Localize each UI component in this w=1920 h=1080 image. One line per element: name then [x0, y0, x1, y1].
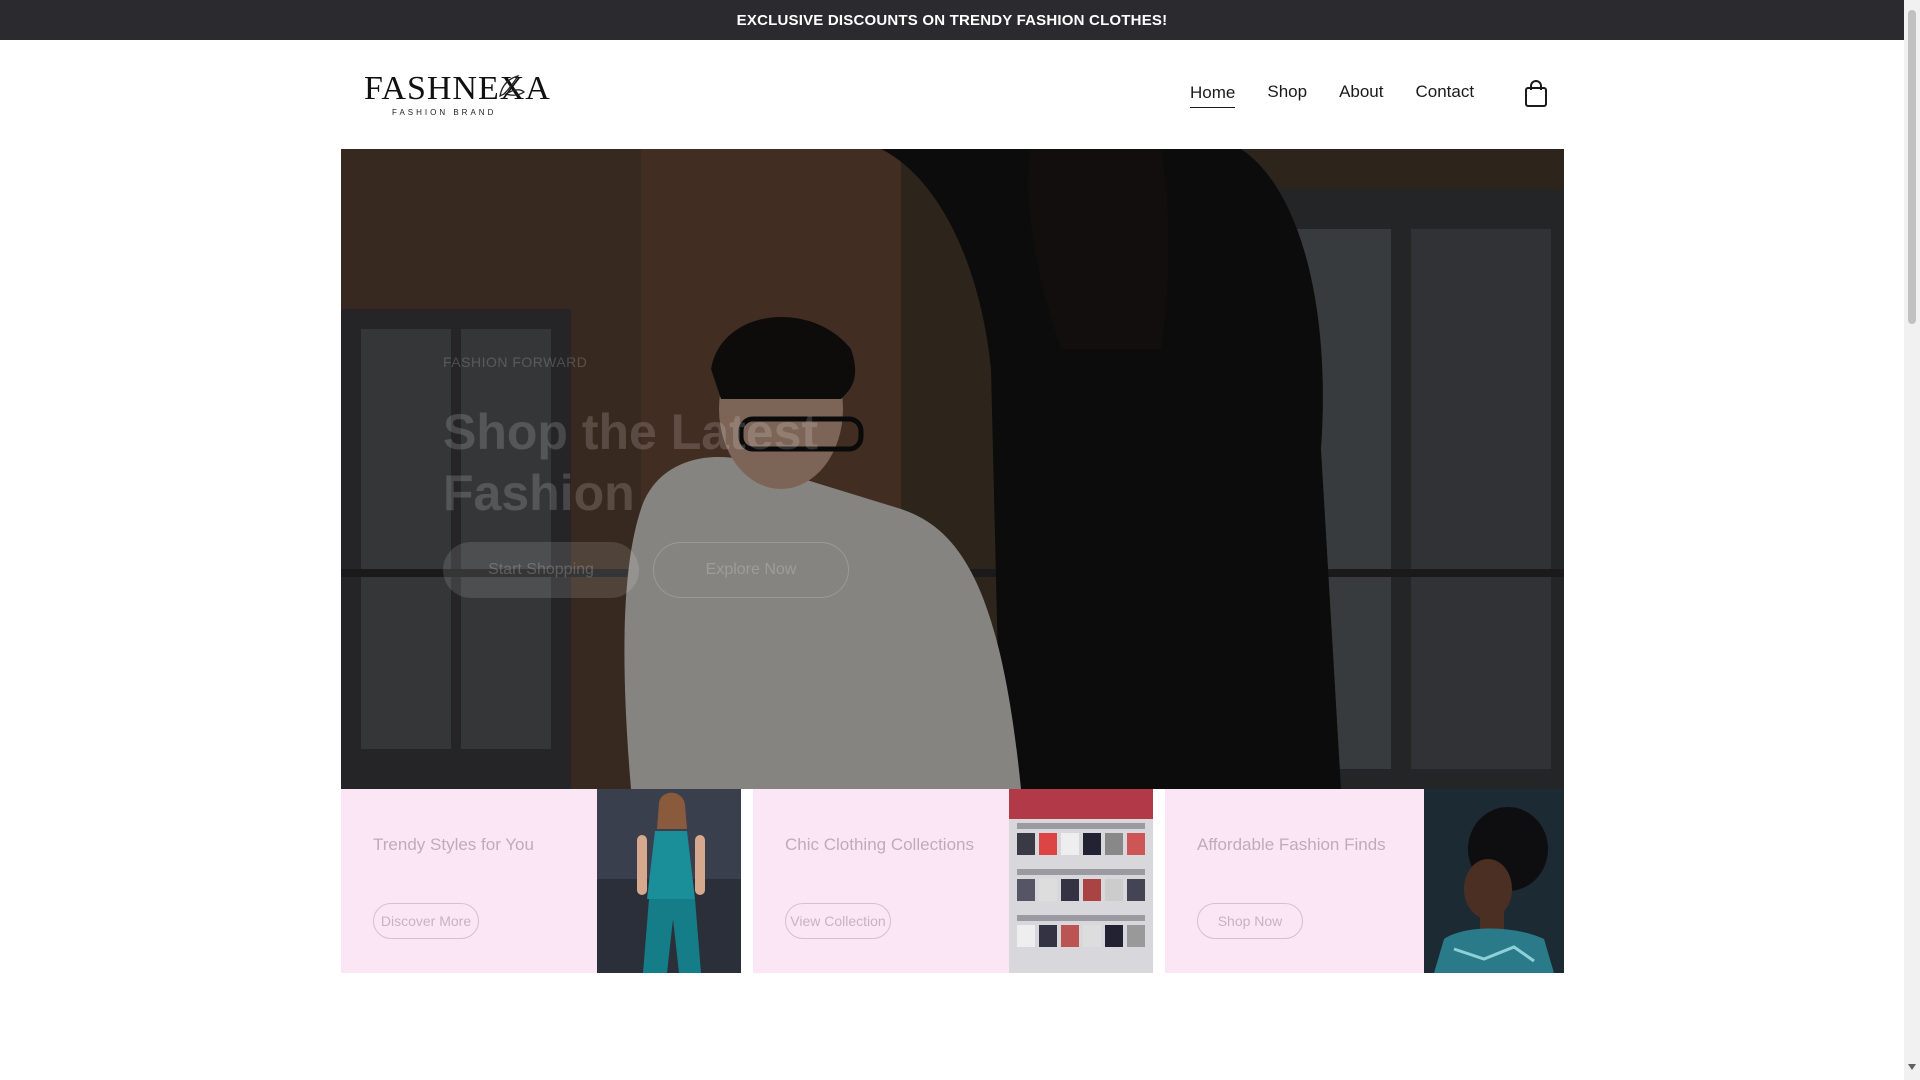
- discover-more-button[interactable]: Discover More: [373, 903, 479, 939]
- hero-eyebrow: FASHION FORWARD: [443, 354, 588, 370]
- promo-card-image: [1009, 789, 1153, 973]
- promo-card-title: Chic Clothing Collections: [785, 835, 974, 854]
- brand-logo[interactable]: FASHNEXA FASHION BRAND: [362, 68, 550, 118]
- scroll-down-arrow-icon[interactable]: [1908, 1064, 1916, 1070]
- promo-card-text: Chic Clothing Collections View Collectio…: [753, 789, 1009, 973]
- butterfly-icon: [499, 74, 526, 98]
- promo-card-image: [597, 789, 741, 973]
- page: EXCLUSIVE DISCOUNTS ON TRENDY FASHION CL…: [0, 0, 1920, 1080]
- logo-tagline: FASHION BRAND: [392, 108, 497, 117]
- site-header: FASHNEXA FASHION BRAND Home Shop About C…: [0, 40, 1904, 148]
- promo-card-chic: Chic Clothing Collections View Collectio…: [753, 789, 1153, 973]
- promo-card-title: Trendy Styles for You: [373, 835, 534, 854]
- scrollbar-thumb[interactable]: [1908, 10, 1916, 324]
- announcement-text: EXCLUSIVE DISCOUNTS ON TRENDY FASHION CL…: [736, 11, 1168, 29]
- hero-title-line-1: Shop the Latest: [443, 404, 819, 460]
- hero-buttons: Start Shopping Explore Now: [443, 542, 1043, 598]
- nav-about[interactable]: About: [1339, 82, 1383, 108]
- main-nav: Home Shop About Contact: [1190, 82, 1474, 108]
- nav-home[interactable]: Home: [1190, 83, 1236, 108]
- promo-cards: Trendy Styles for You Discover More Chic…: [341, 789, 1564, 973]
- view-collection-button[interactable]: View Collection: [785, 903, 891, 939]
- hero-title: Shop the Latest Fashion: [443, 402, 1043, 524]
- promo-card-image: [1424, 789, 1564, 973]
- start-shopping-button[interactable]: Start Shopping: [443, 542, 639, 598]
- nav-contact[interactable]: Contact: [1416, 82, 1475, 108]
- woman-teal-jumpsuit-photo: [597, 789, 741, 973]
- promo-card-title: Affordable Fashion Finds: [1197, 835, 1386, 854]
- nav-shop[interactable]: Shop: [1267, 82, 1307, 108]
- hero-title-line-2: Fashion: [443, 465, 635, 521]
- promo-card-affordable: Affordable Fashion Finds Shop Now: [1165, 789, 1564, 973]
- promo-card-text: Trendy Styles for You Discover More: [341, 789, 597, 973]
- clothing-store-shelves-photo: [1009, 789, 1153, 973]
- explore-now-button[interactable]: Explore Now: [653, 542, 849, 598]
- hero-content: FASHION FORWARD Shop the Latest Fashion …: [443, 354, 1043, 598]
- vertical-scrollbar[interactable]: [1904, 0, 1920, 1080]
- announcement-bar: EXCLUSIVE DISCOUNTS ON TRENDY FASHION CL…: [0, 0, 1904, 40]
- hero-banner: FASHION FORWARD Shop the Latest Fashion …: [341, 149, 1564, 789]
- promo-card-text: Affordable Fashion Finds Shop Now: [1165, 789, 1424, 973]
- shopping-bag-icon[interactable]: [1524, 80, 1548, 108]
- shop-now-button[interactable]: Shop Now: [1197, 903, 1303, 939]
- promo-card-trendy: Trendy Styles for You Discover More: [341, 789, 741, 973]
- woman-profile-photo: [1424, 789, 1564, 973]
